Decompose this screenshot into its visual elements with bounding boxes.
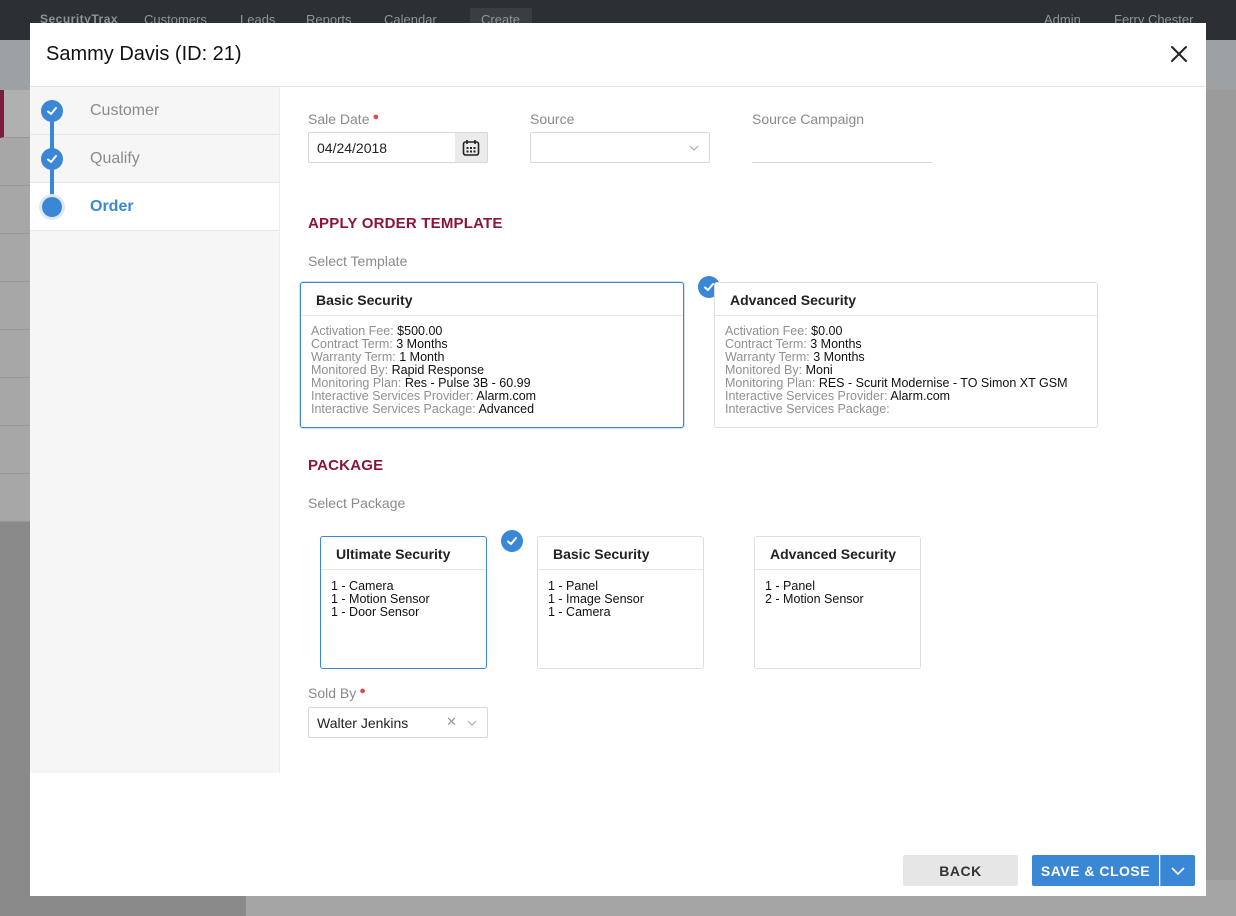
select-package-label: Select Package [308,495,406,511]
section-title-order-template: APPLY ORDER TEMPLATE [308,215,503,232]
source-campaign-label: Source Campaign [752,111,865,127]
sold-by-select[interactable]: Walter Jenkins ✕ [308,707,488,738]
package-card-items: 1 - Panel 1 - Image Sensor 1 - Camera [548,579,644,619]
step-label-customer: Customer [90,102,160,119]
package-card-basic-security[interactable]: Basic Security 1 - Panel 1 - Image Senso… [537,536,704,669]
check-icon [47,107,57,115]
modal-title: Sammy Davis (ID: 21) [46,43,242,65]
background-sidebar [0,90,30,522]
source-campaign-input[interactable] [752,162,932,163]
chevron-down-icon [689,144,699,152]
step-active-dot [42,197,62,217]
sale-date-label: Sale Date ● [308,111,380,127]
template-card-advanced-security[interactable]: Advanced Security Activation Fee: $0.00 … [714,282,1098,428]
close-button[interactable] [1168,43,1190,65]
step-complete-dot [41,100,63,122]
close-icon [1171,46,1187,62]
sold-by-label: Sold By ● [308,685,366,701]
template-card-title: Advanced Security [715,283,1097,316]
step-customer[interactable]: Customer [30,87,279,135]
check-icon [47,155,57,163]
required-indicator: ● [372,111,380,123]
package-card-advanced-security[interactable]: Advanced Security 1 - Panel 2 - Motion S… [754,536,921,669]
template-card-basic-security[interactable]: Basic Security Activation Fee: $500.00 C… [300,282,684,428]
package-card-ultimate-security[interactable]: Ultimate Security 1 - Camera 1 - Motion … [320,536,487,669]
step-qualify[interactable]: Qualify [30,135,279,183]
sale-date-input[interactable] [309,133,455,162]
section-title-package: PACKAGE [308,457,384,474]
select-template-label: Select Template [308,253,408,269]
back-button[interactable]: BACK [903,855,1018,886]
source-label: Source [530,111,575,127]
modal-header: Sammy Davis (ID: 21) [30,23,1206,87]
required-indicator: ● [359,685,366,697]
template-card-details: Activation Fee: $500.00 Contract Term: 3… [311,324,537,416]
clear-icon[interactable]: ✕ [446,714,457,730]
chevron-down-icon [467,719,477,727]
template-card-details: Activation Fee: $0.00 Contract Term: 3 M… [725,324,1068,416]
check-icon [507,537,517,545]
calendar-button[interactable] [455,133,487,162]
calendar-icon [462,139,480,156]
step-complete-dot [41,148,63,170]
template-card-title: Basic Security [301,283,683,316]
package-card-items: 1 - Panel 2 - Motion Sensor [765,579,864,606]
package-card-title: Advanced Security [755,537,920,570]
step-label-qualify: Qualify [90,150,140,167]
save-options-dropdown-button[interactable] [1160,855,1195,886]
step-order[interactable]: Order [30,183,279,231]
selected-badge [501,530,523,552]
save-and-close-button[interactable]: SAVE & CLOSE [1032,855,1159,886]
wizard-stepper: Customer Qualify Order [30,87,280,773]
sold-by-value: Walter Jenkins [317,715,409,731]
sale-date-field [308,132,488,163]
source-select[interactable] [530,132,710,163]
order-modal: Sammy Davis (ID: 21) Customer Qualify Or… [30,23,1206,896]
package-card-items: 1 - Camera 1 - Motion Sensor 1 - Door Se… [331,579,430,619]
step-label-order: Order [90,198,134,215]
package-card-title: Ultimate Security [321,537,486,570]
chevron-down-icon [1171,866,1185,875]
package-card-title: Basic Security [538,537,703,570]
